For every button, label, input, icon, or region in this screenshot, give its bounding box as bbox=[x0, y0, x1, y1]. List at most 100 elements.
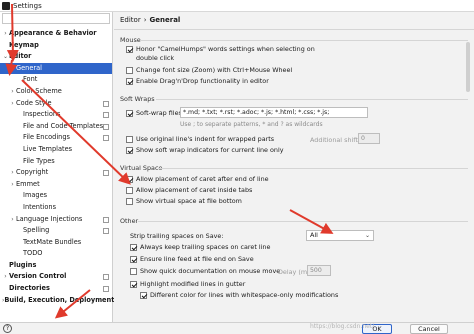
sidebar-item-label: Live Templates bbox=[23, 144, 73, 153]
sidebar-item-file-encodings[interactable]: File Encodings bbox=[0, 132, 112, 144]
sidebar-item-code-style[interactable]: › Code Style bbox=[0, 98, 112, 110]
sidebar-item-label: Intentions bbox=[23, 202, 57, 211]
app-icon bbox=[2, 1, 10, 10]
chevron-right-icon[interactable]: › bbox=[2, 271, 9, 283]
sidebar-item-color-scheme[interactable]: › Color Scheme bbox=[0, 86, 112, 98]
keep-caret-spaces-checkbox[interactable]: Always keep trailing spaces on caret lin… bbox=[130, 243, 270, 252]
sidebar-item-label: Language Injections bbox=[16, 214, 83, 223]
sidebar-item-label: Appearance & Behavior bbox=[9, 29, 97, 37]
checkbox-box[interactable] bbox=[130, 255, 137, 263]
checkbox-box[interactable] bbox=[126, 45, 133, 53]
checkbox-box[interactable] bbox=[126, 175, 133, 183]
sidebar-item-general[interactable]: › General bbox=[0, 62, 112, 75]
checkbox-label: Honor "CamelHumps" words settings when s… bbox=[136, 45, 315, 62]
original-indent-checkbox[interactable]: Use original line's indent for wrapped p… bbox=[126, 135, 274, 144]
section-divider bbox=[138, 221, 468, 222]
sidebar-item-inspections[interactable]: Inspections bbox=[0, 109, 112, 121]
settings-search-input[interactable] bbox=[2, 13, 110, 24]
drag-drop-label: Enable Drag'n'Drop functionality in edit… bbox=[136, 77, 269, 85]
sidebar-item-label: Build, Execution, Deployment bbox=[4, 295, 115, 304]
sidebar-item-intentions[interactable]: Intentions bbox=[0, 202, 112, 214]
chevron-right-icon[interactable]: › bbox=[9, 214, 16, 226]
sidebar-item-appearance-behavior[interactable]: › Appearance & Behavior bbox=[0, 28, 112, 40]
checkbox-box[interactable] bbox=[126, 146, 133, 154]
chevron-right-icon[interactable]: › bbox=[9, 179, 16, 191]
sidebar-item-label: Inspections bbox=[23, 110, 61, 119]
breadcrumb: Editor › General bbox=[120, 16, 180, 24]
virtual-space-bottom-checkbox[interactable]: Show virtual space at file bottom bbox=[126, 197, 242, 206]
different-color-checkbox[interactable]: Different color for lines with whitespac… bbox=[140, 291, 338, 300]
zoom-checkbox[interactable]: Change font size (Zoom) with Ctrl+Mouse … bbox=[126, 66, 292, 75]
sidebar-item-keymap[interactable]: Keymap bbox=[0, 40, 112, 52]
checkbox-box[interactable] bbox=[130, 280, 137, 288]
sidebar-item-build-execution-deployment[interactable]: › Build, Execution, Deployment bbox=[0, 295, 115, 307]
checkbox-box[interactable] bbox=[140, 291, 147, 299]
sidebar-item-label: Color Scheme bbox=[16, 86, 62, 95]
sidebar-item-version-control[interactable]: › Version Control bbox=[0, 271, 112, 283]
chevron-right-icon[interactable]: › bbox=[9, 63, 16, 75]
sidebar-item-live-templates[interactable]: Live Templates bbox=[0, 144, 112, 156]
chevron-down-icon[interactable]: ⌄ bbox=[2, 51, 9, 63]
soft-wrap-files-label: Soft-wrap files: bbox=[136, 109, 184, 117]
sidebar-item-spelling[interactable]: Spelling bbox=[0, 225, 112, 237]
camel-humps-checkbox[interactable]: Honor "CamelHumps" words settings when s… bbox=[126, 45, 315, 62]
chevron-right-icon[interactable]: › bbox=[2, 28, 9, 40]
vertical-scrollbar[interactable] bbox=[466, 42, 470, 92]
breadcrumb-separator: › bbox=[143, 16, 147, 24]
caret-after-eol-label: Allow placement of caret after end of li… bbox=[136, 175, 269, 183]
highlight-modified-checkbox[interactable]: Highlight modified lines in gutter bbox=[130, 280, 245, 289]
header-divider bbox=[114, 29, 474, 30]
sidebar-item-textmate-bundles[interactable]: TextMate Bundles bbox=[0, 237, 112, 249]
help-icon[interactable]: ? bbox=[3, 324, 12, 333]
sidebar-item-editor[interactable]: ⌄ Editor bbox=[0, 51, 112, 63]
delay-input[interactable]: 500 bbox=[307, 265, 331, 276]
strip-spaces-value: All bbox=[310, 231, 318, 239]
watermark-text: https://blog.csdn.net/ bbox=[310, 323, 375, 330]
drag-drop-checkbox[interactable]: Enable Drag'n'Drop functionality in edit… bbox=[126, 77, 269, 86]
checkbox-box[interactable] bbox=[126, 197, 133, 205]
checkbox-box[interactable] bbox=[130, 243, 137, 251]
highlight-modified-label: Highlight modified lines in gutter bbox=[140, 280, 246, 288]
soft-wrap-patterns-input[interactable]: *.md; *.txt; *.rst; *.adoc; *.js; *.html… bbox=[180, 107, 368, 118]
different-color-label: Different color for lines with whitespac… bbox=[150, 291, 339, 299]
sidebar-item-todo[interactable]: TODO bbox=[0, 248, 112, 260]
sidebar-item-label: Code Style bbox=[16, 98, 52, 107]
cancel-button[interactable]: Cancel bbox=[410, 324, 448, 334]
sidebar-item-label: General bbox=[16, 63, 42, 72]
soft-wrap-hint: Use ; to separate patterns, * and ? as w… bbox=[180, 121, 323, 128]
caret-inside-tabs-label: Allow placement of caret inside tabs bbox=[136, 186, 253, 194]
project-scope-icon bbox=[103, 228, 109, 235]
checkbox-box[interactable] bbox=[126, 109, 133, 117]
caret-inside-tabs-checkbox[interactable]: Allow placement of caret inside tabs bbox=[126, 186, 252, 195]
checkbox-box[interactable] bbox=[126, 186, 133, 194]
sidebar-item-emmet[interactable]: › Emmet bbox=[0, 179, 112, 191]
sidebar-item-font[interactable]: Font bbox=[0, 74, 112, 86]
sidebar-item-language-injections[interactable]: › Language Injections bbox=[0, 214, 112, 226]
checkbox-box[interactable] bbox=[126, 135, 133, 143]
quick-doc-checkbox[interactable]: Show quick documentation on mouse move bbox=[130, 267, 280, 276]
sidebar-item-images[interactable]: Images bbox=[0, 190, 112, 202]
chevron-right-icon[interactable]: › bbox=[9, 86, 16, 98]
virtual-space-bottom-label: Show virtual space at file bottom bbox=[136, 197, 242, 205]
checkbox-box[interactable] bbox=[126, 66, 133, 74]
sidebar-item-file-types[interactable]: File Types bbox=[0, 156, 112, 168]
checkbox-box[interactable] bbox=[126, 77, 133, 85]
project-scope-icon bbox=[103, 286, 109, 293]
checkbox-box[interactable] bbox=[130, 267, 137, 275]
sidebar-item-label: TextMate Bundles bbox=[23, 237, 82, 246]
strip-spaces-select[interactable]: All ⌄ bbox=[306, 230, 374, 241]
sidebar-item-plugins[interactable]: Plugins bbox=[0, 260, 112, 272]
show-indicators-checkbox[interactable]: Show soft wrap indicators for current li… bbox=[126, 146, 284, 155]
ensure-line-feed-checkbox[interactable]: Ensure line feed at file end on Save bbox=[130, 255, 254, 264]
sidebar-item-copyright[interactable]: › Copyright bbox=[0, 167, 112, 179]
sidebar-item-label: Copyright bbox=[16, 168, 49, 177]
additional-shift-input[interactable]: 0 bbox=[358, 133, 380, 144]
soft-wrap-files-checkbox[interactable]: Soft-wrap files: bbox=[126, 109, 184, 118]
chevron-right-icon[interactable]: › bbox=[9, 167, 16, 179]
caret-after-eol-checkbox[interactable]: Allow placement of caret after end of li… bbox=[126, 175, 269, 184]
breadcrumb-parent[interactable]: Editor bbox=[120, 16, 141, 24]
sidebar-item-file-and-code-templates[interactable]: File and Code Templates bbox=[0, 121, 112, 133]
project-scope-icon bbox=[103, 170, 109, 177]
chevron-right-icon[interactable]: › bbox=[9, 98, 16, 110]
sidebar-item-directories[interactable]: Directories bbox=[0, 283, 112, 295]
